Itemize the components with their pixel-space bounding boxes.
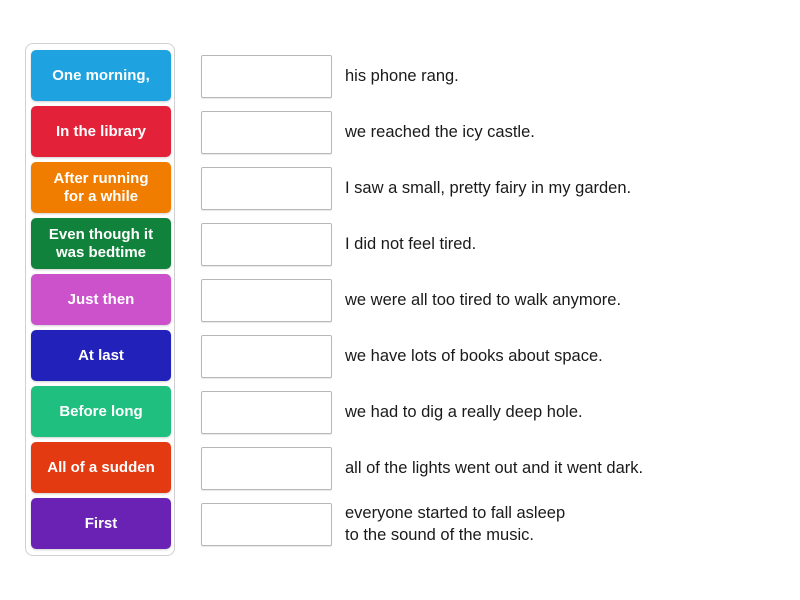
draggable-tile[interactable]: In the library (31, 106, 171, 157)
answer-row: we have lots of books about space. (201, 335, 781, 378)
answer-text: we were all too tired to walk anymore. (345, 290, 622, 309)
answer-text: we had to dig a really deep hole. (345, 402, 583, 421)
answer-row: I saw a small, pretty fairy in my garden… (201, 167, 781, 210)
draggable-tile[interactable]: Just then (31, 274, 171, 325)
answer-text: I did not feel tired. (345, 234, 477, 253)
drop-zone[interactable] (201, 447, 332, 490)
drop-zone[interactable] (201, 335, 332, 378)
drop-zone[interactable] (201, 279, 332, 322)
sentence-starter-tray: One morning, In the library After runnin… (25, 43, 175, 556)
answer-row: we had to dig a really deep hole. (201, 391, 781, 434)
tile-label: At last (78, 346, 124, 364)
answer-row: all of the lights went out and it went d… (201, 447, 781, 490)
answer-row: I did not feel tired. (201, 223, 781, 266)
draggable-tile[interactable]: After running for a while (31, 162, 171, 213)
tile-label: After running for a while (53, 169, 149, 205)
answer-row: we reached the icy castle. (201, 111, 781, 154)
answer-text: everyone started to fall asleep to the s… (345, 503, 566, 544)
answer-text: I saw a small, pretty fairy in my garden… (345, 178, 632, 197)
drop-zone[interactable] (201, 503, 332, 546)
tile-label: Before long (59, 402, 143, 420)
tile-label: All of a sudden (47, 458, 155, 476)
answer-row: we were all too tired to walk anymore. (201, 279, 781, 322)
answer-text: his phone rang. (345, 66, 459, 85)
drop-zone[interactable] (201, 223, 332, 266)
tile-label: First (84, 514, 118, 532)
tile-label: Even though it was bedtime (48, 225, 154, 261)
drop-zone[interactable] (201, 111, 332, 154)
answer-rows: his phone rang. we reached the icy castl… (201, 55, 781, 546)
draggable-tile[interactable]: At last (31, 330, 171, 381)
drop-zone[interactable] (201, 391, 332, 434)
answer-row: his phone rang. (201, 55, 781, 98)
tile-label: One morning, (52, 66, 150, 84)
answer-text: we have lots of books about space. (345, 346, 603, 365)
tile-label: In the library (55, 122, 147, 140)
drop-zone[interactable] (201, 55, 332, 98)
draggable-tile[interactable]: Before long (31, 386, 171, 437)
answer-text: all of the lights went out and it went d… (345, 458, 644, 477)
answer-text: we reached the icy castle. (345, 122, 535, 141)
draggable-tile[interactable]: Even though it was bedtime (31, 218, 171, 269)
draggable-tile[interactable]: First (31, 498, 171, 549)
match-up-activity: One morning, In the library After runnin… (0, 0, 800, 600)
drop-zone[interactable] (201, 167, 332, 210)
draggable-tile[interactable]: All of a sudden (31, 442, 171, 493)
answer-row: everyone started to fall asleep to the s… (201, 503, 781, 546)
tile-label: Just then (67, 290, 135, 308)
draggable-tile[interactable]: One morning, (31, 50, 171, 101)
